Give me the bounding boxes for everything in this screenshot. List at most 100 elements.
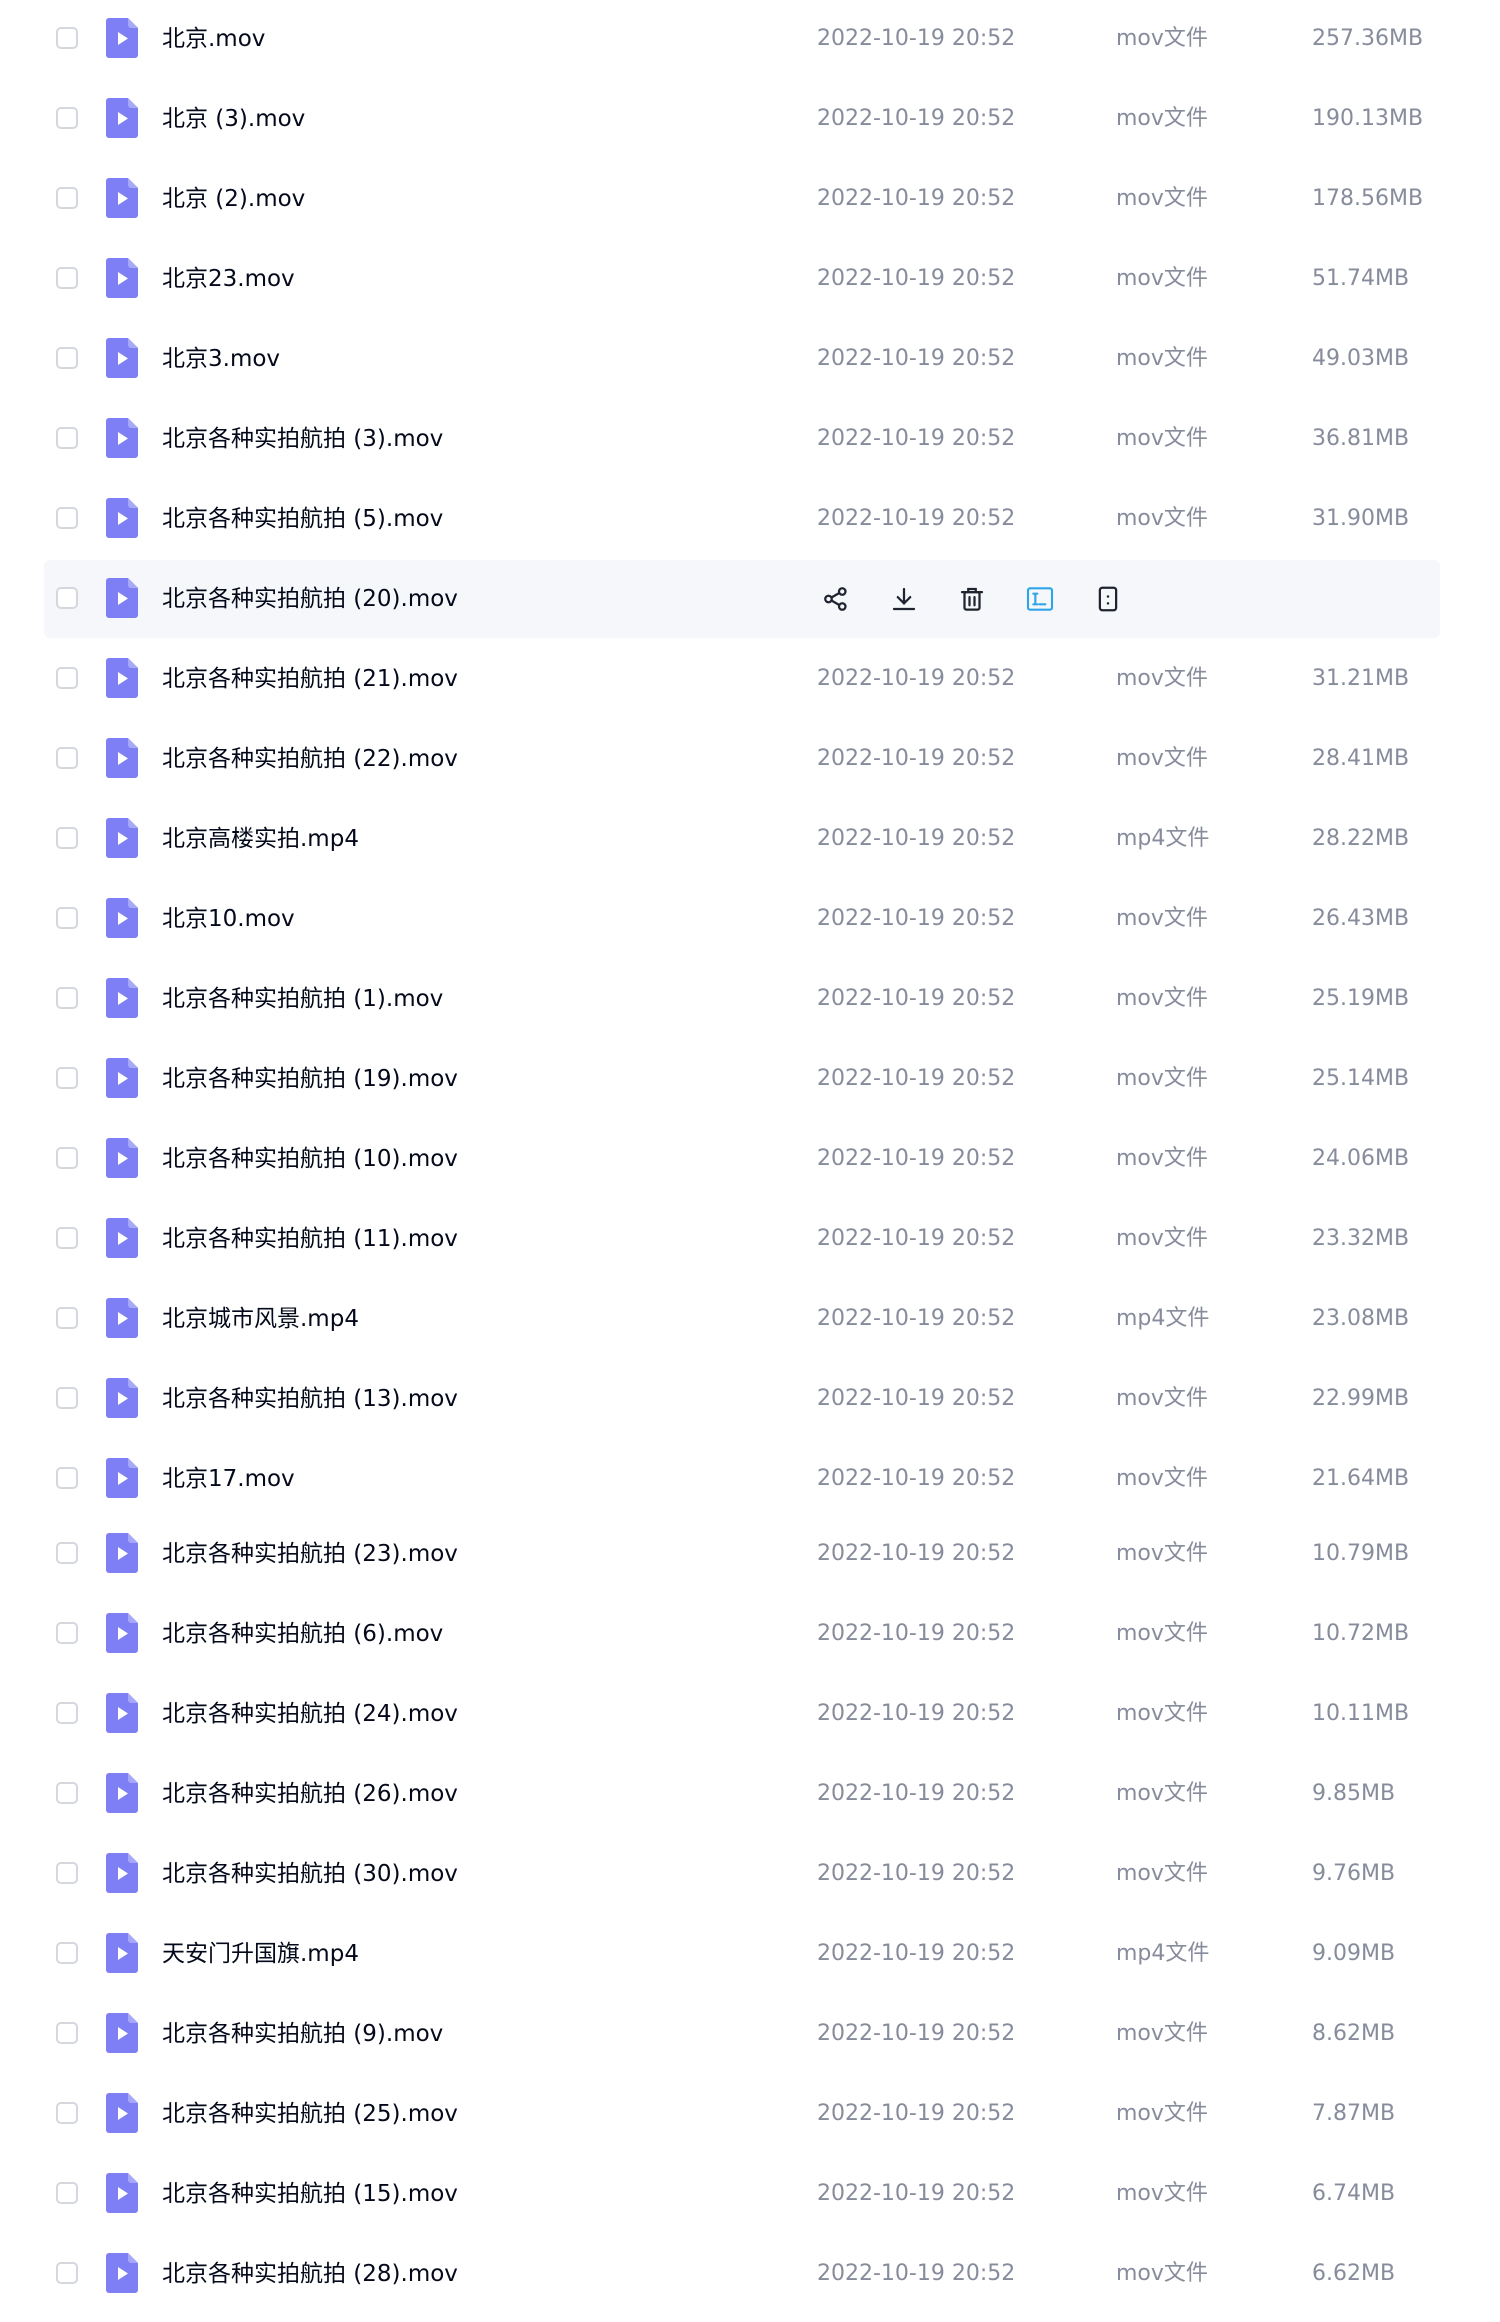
file-row[interactable]: 北京各种实拍航拍 (9).mov 2022-10-19 20:52 mov文件 8.6… [44,1995,1440,2073]
file-name[interactable]: 北京 (2).mov [162,160,305,238]
row-checkbox[interactable] [56,1067,78,1089]
row-checkbox[interactable] [56,1147,78,1169]
file-row[interactable]: 北京各种实拍航拍 (15).mov 2022-10-19 20:52 mov文件 6.… [44,2155,1440,2233]
row-checkbox[interactable] [56,1387,78,1409]
file-type: mov文件 [1116,2101,1208,2126]
file-row[interactable]: 北京各种实拍航拍 (30).mov 2022-10-19 20:52 mov文件 9.… [44,1835,1440,1913]
file-name[interactable]: 北京城市风景.mp4 [162,1280,359,1358]
file-row[interactable]: 北京 (3).mov 2022-10-19 20:52 mov文件 190.13MB [44,80,1440,158]
file-row[interactable]: 北京3.mov 2022-10-19 20:52 mov文件 49.03MB [44,320,1440,398]
row-checkbox[interactable] [56,1942,78,1964]
row-checkbox[interactable] [56,507,78,529]
row-checkbox[interactable] [56,267,78,289]
row-checkbox[interactable] [56,667,78,689]
file-name[interactable]: 北京高楼实拍.mp4 [162,800,359,878]
file-name[interactable]: 北京10.mov [162,880,295,958]
file-name[interactable]: 北京各种实拍航拍 (20).mov [162,560,458,638]
file-name[interactable]: 北京各种实拍航拍 (25).mov [162,2075,458,2153]
row-checkbox[interactable] [56,187,78,209]
file-name[interactable]: 北京各种实拍航拍 (10).mov [162,1120,458,1198]
row-checkbox[interactable] [56,427,78,449]
file-row[interactable]: 北京各种实拍航拍 (11).mov 2022-10-19 20:52 mov文件 23… [44,1200,1440,1278]
file-row[interactable]: 北京各种实拍航拍 (24).mov 2022-10-19 20:52 mov文件 10… [44,1675,1440,1753]
file-name[interactable]: 北京各种实拍航拍 (22).mov [162,720,458,798]
file-name[interactable]: 北京各种实拍航拍 (11).mov [162,1200,458,1278]
row-checkbox[interactable] [56,1782,78,1804]
row-checkbox[interactable] [56,987,78,1009]
file-name[interactable]: 北京各种实拍航拍 (21).mov [162,640,458,718]
file-row[interactable]: 北京各种实拍航拍 (23).mov 2022-10-19 20:52 mov文件 10… [44,1515,1440,1593]
row-checkbox[interactable] [56,827,78,849]
file-row[interactable]: 北京各种实拍航拍 (10).mov 2022-10-19 20:52 mov文件 24… [44,1120,1440,1198]
file-row[interactable]: 北京各种实拍航拍 (20).mov [44,560,1440,638]
file-name[interactable]: 北京 (3).mov [162,80,305,158]
row-checkbox[interactable] [56,1467,78,1489]
rename-icon[interactable] [1019,578,1061,620]
row-checkbox[interactable] [56,2022,78,2044]
video-file-icon [106,2093,138,2133]
row-checkbox[interactable] [56,2102,78,2124]
row-checkbox[interactable] [56,347,78,369]
file-row[interactable]: 北京各种实拍航拍 (19).mov 2022-10-19 20:52 mov文件 25… [44,1040,1440,1118]
file-name[interactable]: 北京各种实拍航拍 (6).mov [162,1595,443,1673]
file-type: mov文件 [1116,1781,1208,1806]
row-checkbox[interactable] [56,107,78,129]
file-row[interactable]: 北京各种实拍航拍 (25).mov 2022-10-19 20:52 mov文件 7.… [44,2075,1440,2153]
row-checkbox[interactable] [56,587,78,609]
file-name[interactable]: 北京各种实拍航拍 (13).mov [162,1360,458,1438]
row-checkbox[interactable] [56,747,78,769]
file-name[interactable]: 北京各种实拍航拍 (9).mov [162,1995,443,2073]
file-row[interactable]: 北京各种实拍航拍 (21).mov 2022-10-19 20:52 mov文件 31… [44,640,1440,718]
file-row[interactable]: 北京各种实拍航拍 (3).mov 2022-10-19 20:52 mov文件 36.… [44,400,1440,478]
file-row[interactable]: 北京17.mov 2022-10-19 20:52 mov文件 21.64MB [44,1440,1440,1518]
file-name[interactable]: 北京3.mov [162,320,280,398]
share-icon[interactable] [815,578,857,620]
file-row[interactable]: 北京高楼实拍.mp4 2022-10-19 20:52 mp4文件 28.22MB [44,800,1440,878]
file-name[interactable]: 北京各种实拍航拍 (28).mov [162,2235,458,2313]
row-checkbox[interactable] [56,1622,78,1644]
file-name[interactable]: 北京23.mov [162,240,295,318]
file-row[interactable]: 北京各种实拍航拍 (13).mov 2022-10-19 20:52 mov文件 22… [44,1360,1440,1438]
video-file-icon [106,738,138,778]
row-checkbox[interactable] [56,1307,78,1329]
file-row[interactable]: 北京各种实拍航拍 (5).mov 2022-10-19 20:52 mov文件 31.… [44,480,1440,558]
row-checkbox[interactable] [56,1227,78,1249]
file-name[interactable]: 北京各种实拍航拍 (1).mov [162,960,443,1038]
video-file-icon [106,1218,138,1258]
file-row[interactable]: 北京各种实拍航拍 (26).mov 2022-10-19 20:52 mov文件 9.… [44,1755,1440,1833]
file-row[interactable]: 北京各种实拍航拍 (28).mov 2022-10-19 20:52 mov文件 6.… [44,2235,1440,2313]
file-row[interactable]: 北京10.mov 2022-10-19 20:52 mov文件 26.43MB [44,880,1440,958]
row-checkbox[interactable] [56,2262,78,2284]
file-size: 25.14MB [1312,1066,1410,1091]
file-name[interactable]: 北京.mov [162,0,265,78]
file-name[interactable]: 北京各种实拍航拍 (23).mov [162,1515,458,1593]
file-name[interactable]: 北京各种实拍航拍 (30).mov [162,1835,458,1913]
file-size: 21.64MB [1312,1466,1410,1491]
row-checkbox[interactable] [56,907,78,929]
file-row[interactable]: 北京 (2).mov 2022-10-19 20:52 mov文件 178.56MB [44,160,1440,238]
file-row[interactable]: 北京各种实拍航拍 (22).mov 2022-10-19 20:52 mov文件 28… [44,720,1440,798]
more-icon[interactable] [1087,578,1129,620]
file-name[interactable]: 天安门升国旗.mp4 [162,1915,359,1993]
file-row[interactable]: 北京.mov 2022-10-19 20:52 mov文件 257.36MB [44,0,1440,78]
file-name[interactable]: 北京各种实拍航拍 (5).mov [162,480,443,558]
row-checkbox[interactable] [56,2182,78,2204]
file-type: mov文件 [1116,266,1208,291]
file-row[interactable]: 天安门升国旗.mp4 2022-10-19 20:52 mp4文件 9.09MB [44,1915,1440,1993]
file-name[interactable]: 北京各种实拍航拍 (24).mov [162,1675,458,1753]
file-row[interactable]: 北京23.mov 2022-10-19 20:52 mov文件 51.74MB [44,240,1440,318]
row-checkbox[interactable] [56,1702,78,1724]
file-name[interactable]: 北京17.mov [162,1440,295,1518]
file-row[interactable]: 北京城市风景.mp4 2022-10-19 20:52 mp4文件 23.08MB [44,1280,1440,1358]
file-name[interactable]: 北京各种实拍航拍 (15).mov [162,2155,458,2233]
file-name[interactable]: 北京各种实拍航拍 (3).mov [162,400,443,478]
row-checkbox[interactable] [56,27,78,49]
row-checkbox[interactable] [56,1862,78,1884]
file-name[interactable]: 北京各种实拍航拍 (26).mov [162,1755,458,1833]
file-row[interactable]: 北京各种实拍航拍 (6).mov 2022-10-19 20:52 mov文件 10.… [44,1595,1440,1673]
trash-icon[interactable] [951,578,993,620]
file-row[interactable]: 北京各种实拍航拍 (1).mov 2022-10-19 20:52 mov文件 25.… [44,960,1440,1038]
download-icon[interactable] [883,578,925,620]
row-checkbox[interactable] [56,1542,78,1564]
file-name[interactable]: 北京各种实拍航拍 (19).mov [162,1040,458,1118]
